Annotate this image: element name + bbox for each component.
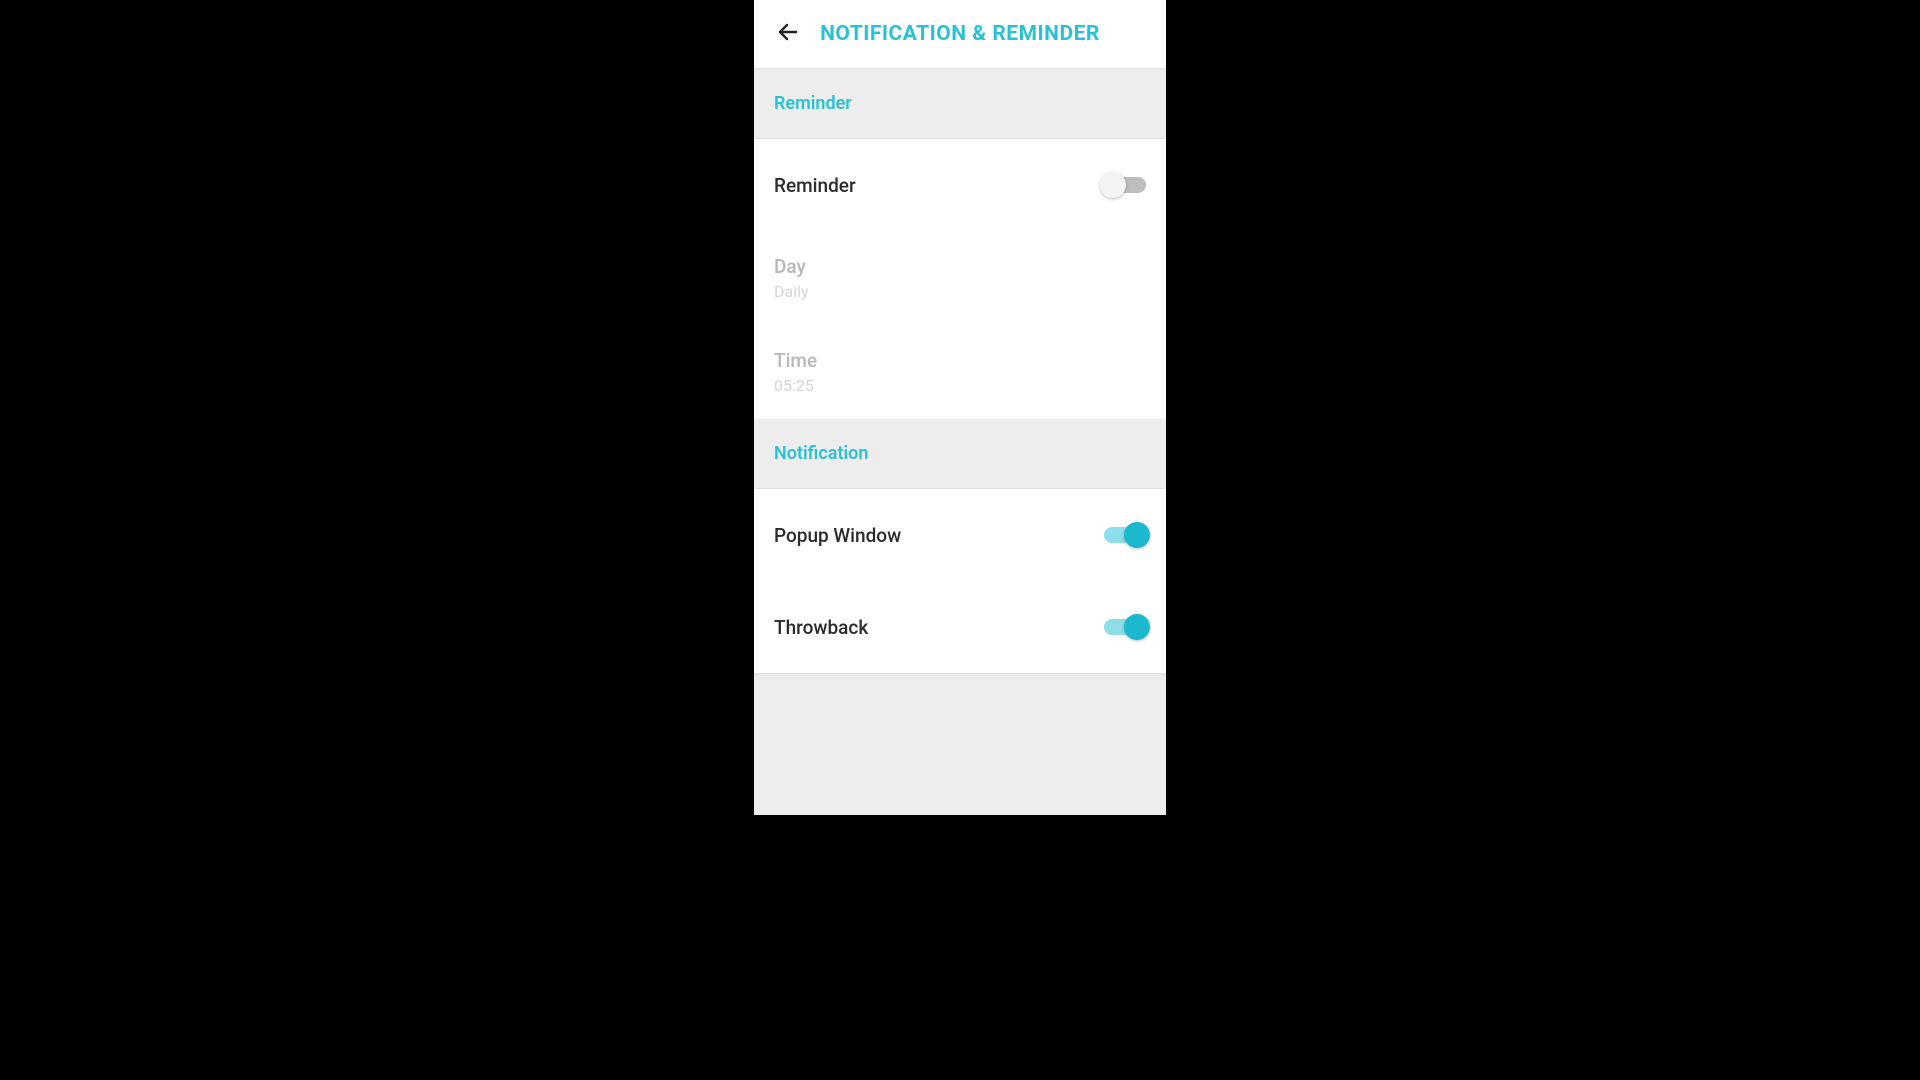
row-reminder-toggle[interactable]: Reminder: [754, 139, 1166, 231]
row-day[interactable]: Day Daily: [754, 231, 1166, 325]
row-popup-window[interactable]: Popup Window: [754, 489, 1166, 581]
row-value: Daily: [774, 282, 809, 301]
reminder-toggle[interactable]: [1104, 177, 1146, 193]
section-header-reminder: Reminder: [754, 69, 1166, 139]
back-button[interactable]: [760, 6, 816, 62]
row-value: 05:25: [774, 376, 814, 395]
section-body-reminder: Reminder Day Daily Time 05:25: [754, 139, 1166, 419]
section-header-label: Reminder: [774, 93, 852, 114]
row-label: Time: [774, 349, 817, 372]
row-label: Day: [774, 255, 806, 278]
row-label: Throwback: [774, 616, 868, 639]
arrow-left-icon: [776, 20, 800, 48]
row-label: Popup Window: [774, 524, 901, 547]
row-label: Reminder: [774, 174, 856, 197]
row-time[interactable]: Time 05:25: [754, 325, 1166, 419]
throwback-toggle[interactable]: [1104, 619, 1146, 635]
popup-toggle[interactable]: [1104, 527, 1146, 543]
toggle-knob: [1124, 614, 1150, 640]
section-header-label: Notification: [774, 443, 868, 464]
app-screen: NOTIFICATION & REMINDER Reminder Reminde…: [754, 0, 1166, 815]
app-header: NOTIFICATION & REMINDER: [754, 0, 1166, 69]
toggle-knob: [1124, 522, 1150, 548]
row-throwback[interactable]: Throwback: [754, 581, 1166, 673]
section-header-notification: Notification: [754, 419, 1166, 489]
section-body-notification: Popup Window Throwback: [754, 489, 1166, 674]
toggle-knob: [1100, 172, 1126, 198]
